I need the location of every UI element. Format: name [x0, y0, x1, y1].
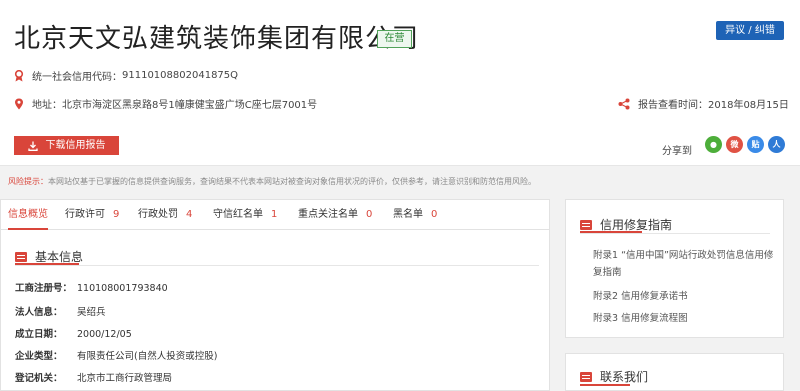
renren-icon[interactable]: 人: [768, 136, 785, 153]
repair-link-3[interactable]: 附录3 信用修复流程图: [593, 310, 688, 327]
card-icon: [15, 251, 27, 262]
download-icon: [27, 141, 38, 151]
tab-black-list[interactable]: 黑名单 0: [393, 200, 437, 230]
status-badge: 在营: [377, 30, 412, 48]
tab-overview[interactable]: 信息概览: [8, 200, 48, 230]
address-label: 地址：: [32, 100, 62, 111]
card-icon: [580, 371, 592, 382]
badge-icon: [14, 69, 24, 81]
tab-label: 行政许可: [65, 209, 105, 220]
location-pin-icon: [15, 98, 23, 109]
credit-code-label: 统一社会信用代码：: [32, 72, 122, 83]
tab-label: 重点关注名单: [298, 209, 358, 220]
share-label: 分享到: [662, 146, 692, 157]
report-time-value: 2018年08月15日: [708, 100, 789, 111]
field-key: 工商注册号：: [15, 283, 73, 294]
field-registration-authority: 登记机关： 北京市工商行政管理局: [15, 370, 172, 384]
field-value: 110108001793840: [77, 283, 168, 294]
tab-count: 9: [113, 209, 120, 220]
weibo-icon[interactable]: 微: [726, 136, 743, 153]
tab-count: 0: [366, 209, 373, 220]
credit-code-row: 统一社会信用代码： 91110108802041875Q: [14, 68, 238, 83]
tab-bar: 信息概览 行政许可 9 行政处罚 4 守信红名单 1 重点关注名单 0 黑名单 0: [1, 200, 549, 230]
tab-red-list[interactable]: 守信红名单 1: [213, 200, 277, 230]
contact-card: 联系我们: [565, 353, 784, 391]
credit-repair-card: 信用修复指南 附录1 “信用中国”网站行政处罚信息信用修复指南 附录2 信用修复…: [565, 199, 784, 338]
address-row: 地址： 北京市海淀区黑泉路8号1幢康健宝盛广场C座七层7001号: [14, 96, 317, 111]
field-registration-no: 工商注册号： 110108001793840: [15, 280, 168, 294]
tab-admin-license[interactable]: 行政许可 9: [65, 200, 119, 230]
field-value: 有限责任公司(自然人投资或控股): [77, 351, 218, 362]
divider: [15, 265, 539, 266]
company-name: 北京天文弘建筑装饰集团有限公司: [14, 24, 420, 54]
field-value: 北京市工商行政管理局: [77, 373, 173, 384]
field-enterprise-type: 企业类型： 有限责任公司(自然人投资或控股): [15, 348, 217, 362]
risk-text: 本网站仅基于已掌握的信息提供查询服务，查询结果不代表本网站对被查询对象信用状况的…: [48, 177, 536, 186]
field-key: 法人信息：: [15, 307, 63, 318]
risk-notice: 风险提示：本网站仅基于已掌握的信息提供查询服务，查询结果不代表本网站对被查询对象…: [0, 173, 800, 191]
tab-label: 信息概览: [8, 209, 48, 220]
field-key: 登记机关：: [15, 373, 63, 384]
heading-underline: [580, 384, 630, 386]
field-key: 企业类型：: [15, 351, 63, 362]
risk-label: 风险提示：: [8, 177, 48, 186]
tab-count: 4: [186, 209, 193, 220]
report-time: 报告查看时间： 2018年08月15日: [618, 96, 789, 111]
feedback-button[interactable]: 异议 / 纠错: [716, 21, 784, 40]
divider: [580, 233, 770, 234]
contact-heading: 联系我们: [580, 368, 648, 385]
company-header-card: 北京天文弘建筑装饰集团有限公司 在营 异议 / 纠错 统一社会信用代码： 911…: [0, 0, 800, 166]
field-value: 2000/12/05: [77, 329, 132, 340]
address-value: 北京市海淀区黑泉路8号1幢康健宝盛广场C座七层7001号: [62, 100, 318, 111]
download-report-button[interactable]: 下载信用报告: [14, 136, 119, 155]
credit-code-value: 91110108802041875Q: [122, 70, 239, 81]
field-value: 吴绍兵: [77, 307, 106, 318]
tab-admin-penalty[interactable]: 行政处罚 4: [138, 200, 192, 230]
tab-label: 守信红名单: [213, 209, 263, 220]
tab-label: 行政处罚: [138, 209, 178, 220]
repair-link-2[interactable]: 附录2 信用修复承诺书: [593, 288, 688, 305]
share-nodes-icon: [618, 98, 630, 109]
contact-title: 联系我们: [600, 370, 649, 384]
tab-count: 1: [271, 209, 278, 220]
tab-label: 黑名单: [393, 209, 423, 220]
field-key: 成立日期：: [15, 329, 63, 340]
field-legal-person: 法人信息： 吴绍兵: [15, 304, 106, 318]
wechat-icon[interactable]: ●: [705, 136, 722, 153]
download-report-label: 下载信用报告: [45, 140, 106, 151]
report-time-label: 报告查看时间：: [638, 100, 708, 111]
repair-link-1[interactable]: 附录1 “信用中国”网站行政处罚信息信用修复指南: [593, 247, 778, 281]
tab-count: 0: [431, 209, 438, 220]
tieba-icon[interactable]: 贴: [747, 136, 764, 153]
card-icon: [580, 219, 592, 230]
tab-watch-list[interactable]: 重点关注名单 0: [298, 200, 372, 230]
field-founding-date: 成立日期： 2000/12/05: [15, 326, 132, 340]
main-panel: 信息概览 行政许可 9 行政处罚 4 守信红名单 1 重点关注名单 0 黑名单 0 基本信…: [0, 199, 550, 391]
